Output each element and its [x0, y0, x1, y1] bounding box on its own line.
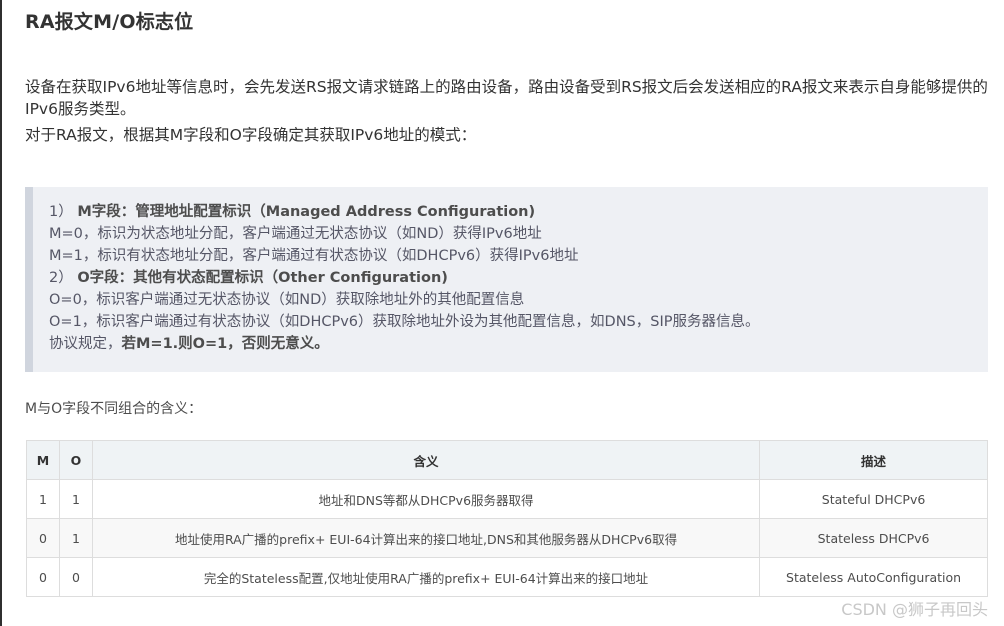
table-row: 0 1 地址使用RA广播的prefix+ EUI-64计算出来的接口地址,DNS… [26, 518, 988, 558]
cell-m: 0 [26, 518, 60, 558]
header-o: O [58, 440, 93, 480]
protocol-rule-line: 协议规定，若M=1.则O=1，否则无意义。 [49, 333, 988, 355]
m-field-title: M字段：管理地址配置标识（Managed Address Configurati… [77, 204, 536, 220]
blockquote: 1） M字段：管理地址配置标识（Managed Address Configur… [25, 187, 988, 372]
o-field-title: O字段：其他有状态配置标识（Other Configuration) [77, 270, 448, 286]
cell-meaning: 地址使用RA广播的prefix+ EUI-64计算出来的接口地址,DNS和其他服… [91, 518, 761, 558]
rule-prefix: 协议规定， [49, 336, 122, 352]
o0-line: O=0，标识客户端通过无状态协议（如ND）获取除地址外的其他配置信息 [49, 292, 525, 308]
csdn-watermark: CSDN @狮子再回头 [841, 600, 988, 619]
cell-meaning: 地址和DNS等都从DHCPv6服务器取得 [91, 479, 761, 519]
cell-description: Stateful DHCPv6 [759, 479, 988, 519]
header-description: 描述 [759, 440, 988, 480]
cell-m: 0 [26, 557, 60, 597]
m1-line: M=1，标识有状态地址分配，客户端通过有状态协议（如DHCPv6）获得IPv6地… [49, 248, 579, 264]
cell-o: 1 [58, 518, 93, 558]
left-border [0, 0, 2, 626]
m-field-number: 1） [49, 204, 73, 220]
table-row: 1 1 地址和DNS等都从DHCPv6服务器取得 Stateful DHCPv6 [26, 479, 988, 519]
cell-description: Stateless AutoConfiguration [759, 557, 988, 597]
o1-line: O=1，标识客户端通过有状态协议（如DHCPv6）获取除地址外设为其他配置信息，… [49, 314, 760, 330]
table-row: 0 0 完全的Stateless配置,仅地址使用RA广播的prefix+ EUI… [26, 557, 988, 597]
o-field-heading: 2） O字段：其他有状态配置标识（Other Configuration) [49, 267, 988, 289]
cell-o: 1 [58, 479, 93, 519]
mo-combination-table: M O 含义 描述 1 1 地址和DNS等都从DHCPv6服务器取得 State… [26, 440, 988, 597]
cell-m: 1 [26, 479, 60, 519]
rule-emphasis: 若M=1.则O=1，否则无意义。 [121, 336, 329, 352]
table-header-row: M O 含义 描述 [26, 440, 988, 480]
page-title: RA报文M/O标志位 [25, 11, 194, 33]
m0-line: M=0，标识为状态地址分配，客户端通过无状态协议（如ND）获得IPv6地址 [49, 226, 542, 242]
header-meaning: 含义 [91, 440, 761, 480]
o-field-number: 2） [49, 270, 73, 286]
intro-mode-line: 对于RA报文，根据其M字段和O字段确定其获取IPv6地址的模式： [25, 126, 477, 144]
cell-o: 0 [58, 557, 93, 597]
table-caption: M与O字段不同组合的含义： [25, 401, 203, 417]
cell-description: Stateless DHCPv6 [759, 518, 988, 558]
intro-paragraph: 设备在获取IPv6地址等信息时，会先发送RS报文请求链路上的路由设备，路由设备受… [25, 78, 988, 118]
header-m: M [26, 440, 60, 480]
m-field-heading: 1） M字段：管理地址配置标识（Managed Address Configur… [49, 201, 988, 223]
cell-meaning: 完全的Stateless配置,仅地址使用RA广播的prefix+ EUI-64计… [91, 557, 761, 597]
